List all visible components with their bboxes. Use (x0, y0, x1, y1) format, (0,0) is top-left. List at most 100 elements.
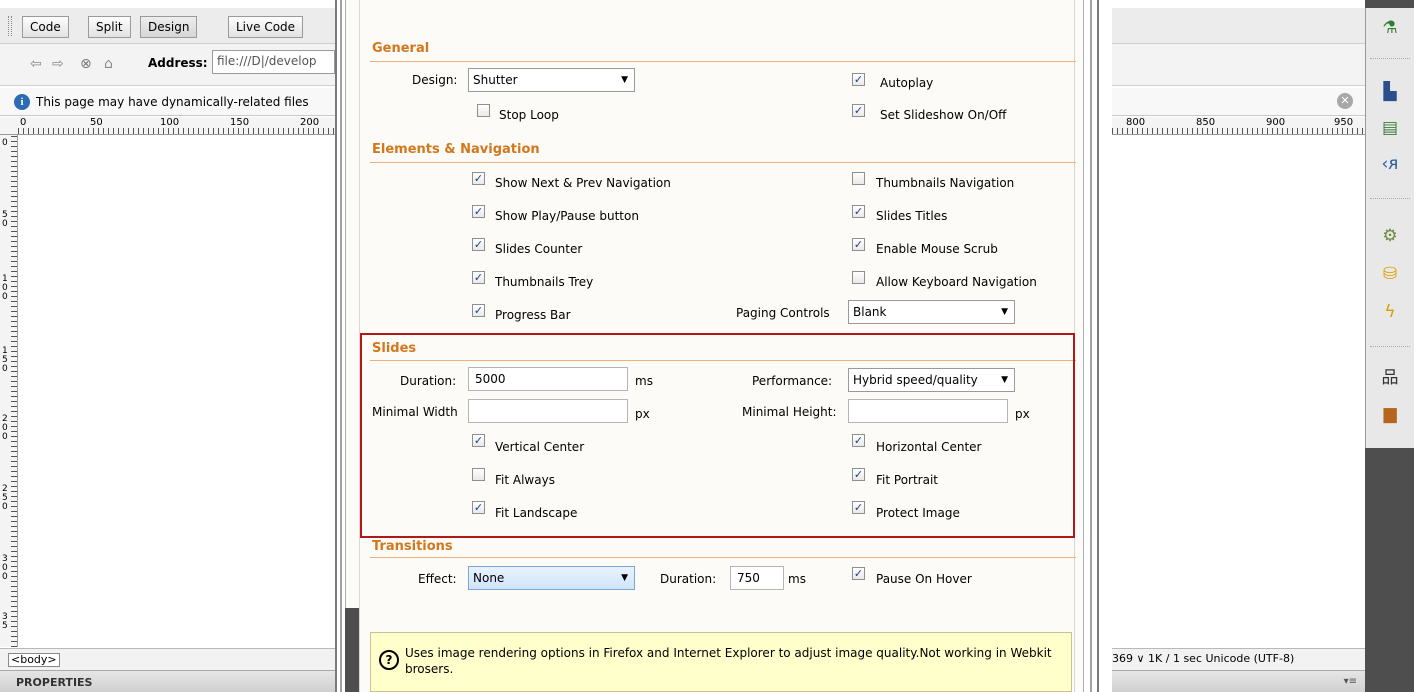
ruler-ticks (1112, 128, 1365, 134)
live-code-button[interactable]: Live Code (228, 16, 304, 38)
thumbnails-navigation-checkbox[interactable] (852, 172, 865, 185)
ruler-label: 150 (230, 117, 250, 128)
ruler-label: 200 (300, 117, 320, 128)
document-toolbar: Code Split Design Live Code (0, 8, 335, 44)
thumbnails-trey-checkbox[interactable]: ✓ (472, 271, 485, 284)
paging-controls-label: Paging Controls (736, 306, 830, 320)
code-inspect-icon[interactable]: ‹ᴙ (1378, 152, 1402, 176)
properties-label: PROPERTIES (16, 676, 93, 689)
css-styles-icon[interactable]: ▤ (1378, 116, 1402, 140)
help-tip-box: ? Uses image rendering options in Firefo… (370, 632, 1072, 692)
right-toolbar (1112, 8, 1365, 44)
effect-select[interactable]: None ▼ (468, 566, 635, 590)
divider (1370, 346, 1410, 348)
split-view-button[interactable]: Split (88, 16, 131, 38)
window-border (340, 0, 342, 692)
ruler-label: 0 (2, 138, 8, 148)
address-label: Address: (148, 56, 208, 70)
toolbar-grip[interactable] (8, 16, 12, 36)
progress-bar-checkbox[interactable]: ✓ (472, 304, 485, 317)
design-select-value: Shutter (473, 73, 518, 87)
help-text: Uses image rendering options in Firefox … (405, 646, 1052, 676)
home-icon[interactable]: ⌂ (104, 56, 113, 72)
slides-counter-label: Slides Counter (495, 242, 583, 256)
allow-keyboard-navigation-checkbox[interactable] (852, 271, 865, 284)
pause-on-hover-label: Pause On Hover (876, 572, 972, 586)
show-play-pause-checkbox[interactable]: ✓ (472, 205, 485, 218)
ruler-label: 950 (1334, 117, 1354, 128)
tag-selector-bar: <body> (0, 648, 335, 670)
ruler-ticks (18, 128, 338, 134)
ruler-label: 50 (2, 210, 8, 229)
help-icon: ? (379, 650, 399, 670)
dropdown-arrow-icon: ▼ (1001, 307, 1008, 317)
progress-bar-label: Progress Bar (495, 308, 571, 322)
divider (1370, 58, 1410, 60)
design-select[interactable]: Shutter ▼ (468, 68, 635, 92)
browser-navigation-bar: ⇦ ⇨ ⊗ ⌂ Address: file:///D|/develop (0, 44, 335, 86)
properties-panel-header[interactable]: PROPERTIES (0, 670, 335, 692)
paging-controls-select[interactable]: Blank ▼ (848, 300, 1015, 324)
transition-duration-label: Duration: (660, 572, 717, 586)
slideshow-onoff-checkbox[interactable]: ✓ (852, 104, 865, 117)
ruler-label: 200 (2, 414, 8, 442)
allow-keyboard-navigation-label: Allow Keyboard Navigation (876, 275, 1037, 289)
thumbnails-trey-label: Thumbnails Trey (495, 275, 594, 289)
effect-value: None (473, 571, 505, 585)
elements-navigation-heading: Elements & Navigation (372, 142, 540, 157)
ruler-label: 800 (1126, 117, 1146, 128)
ruler-label: 850 (1196, 117, 1216, 128)
address-input[interactable]: file:///D|/develop (212, 50, 335, 74)
close-icon[interactable]: ✕ (1337, 93, 1353, 109)
right-workspace: ✕ 800 850 900 950 369 ∨ 1K / 1 sec Unico… (1112, 0, 1365, 692)
info-bar-text: This page may have dynamically-related f… (36, 95, 309, 109)
sitemap-icon[interactable]: 品 (1378, 366, 1402, 390)
general-heading: General (372, 41, 430, 56)
show-next-prev-checkbox[interactable]: ✓ (472, 172, 485, 185)
panel-icons-area: ⚗ ▙ ▤ ‹ᴙ ⚙ ⛁ ϟ 品 ▆ (1365, 8, 1414, 448)
insert-panel-icon[interactable]: ▙ (1378, 80, 1402, 104)
panel-icon-strip: ⚗ ▙ ▤ ‹ᴙ ⚙ ⛁ ϟ 品 ▆ (1365, 0, 1414, 692)
stop-loop-checkbox[interactable] (477, 104, 490, 117)
transition-duration-unit: ms (788, 572, 806, 586)
ruler-label: 100 (160, 117, 180, 128)
ruler-label: 50 (90, 117, 103, 128)
design-label: Design: (412, 73, 458, 87)
ruler-label: 150 (2, 346, 8, 374)
show-next-prev-label: Show Next & Prev Navigation (495, 176, 671, 190)
slideshow-onoff-label: Set Slideshow On/Off (880, 108, 1007, 122)
back-arrow-icon[interactable]: ⇦ (30, 56, 42, 72)
transitions-heading: Transitions (372, 539, 453, 554)
enable-mouse-scrub-label: Enable Mouse Scrub (876, 242, 998, 256)
info-icon: i (14, 94, 30, 110)
right-info-bar: ✕ (1112, 88, 1365, 116)
slides-counter-checkbox[interactable]: ✓ (472, 238, 485, 251)
autoplay-checkbox[interactable]: ✓ (852, 73, 865, 86)
behaviors-icon[interactable]: ⚙ (1378, 224, 1402, 248)
databases-icon[interactable]: ⛁ (1378, 262, 1402, 286)
pause-on-hover-checkbox[interactable]: ✓ (852, 567, 865, 580)
slides-titles-checkbox[interactable]: ✓ (852, 205, 865, 218)
panel-menu-icon[interactable]: ▾≡ (1344, 676, 1357, 687)
body-tag[interactable]: <body> (8, 653, 60, 667)
assets-icon[interactable]: ▆ (1378, 402, 1402, 426)
slides-titles-label: Slides Titles (876, 209, 948, 223)
horizontal-ruler-right: 800 850 900 950 (1112, 117, 1365, 135)
ruler-label: 250 (2, 484, 8, 512)
dropdown-arrow-icon: ▼ (621, 75, 628, 85)
server-behaviors-icon[interactable]: ϟ (1378, 300, 1402, 324)
enable-mouse-scrub-checkbox[interactable]: ✓ (852, 238, 865, 251)
autoplay-label: Autoplay (880, 76, 934, 90)
code-view-button[interactable]: Code (22, 16, 69, 38)
horizontal-ruler: 0 50 100 150 200 (0, 117, 338, 135)
effect-label: Effect: (418, 572, 457, 586)
stop-icon[interactable]: ⊗ (80, 56, 92, 72)
section-divider (370, 557, 1076, 558)
flask-icon[interactable]: ⚗ (1378, 16, 1402, 40)
properties-bar-right: ▾≡ (1112, 670, 1365, 692)
window-border (335, 0, 337, 692)
forward-arrow-icon[interactable]: ⇨ (52, 56, 64, 72)
design-view-button[interactable]: Design (140, 16, 198, 38)
transition-duration-input[interactable]: 750 (730, 566, 784, 590)
show-play-pause-label: Show Play/Pause button (495, 209, 639, 223)
